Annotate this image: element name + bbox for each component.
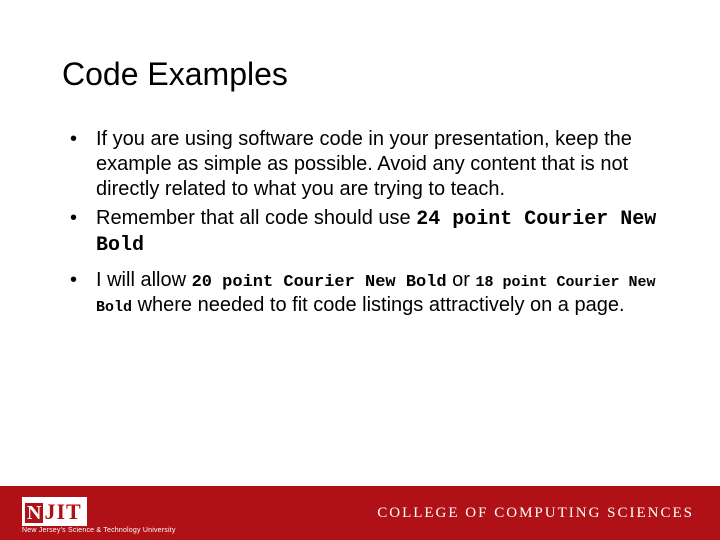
- college-name: COLLEGE OF COMPUTING SCIENCES: [377, 505, 694, 522]
- bullet-item: Remember that all code should use 24 poi…: [88, 206, 658, 258]
- bullet-item: If you are using software code in your p…: [88, 127, 658, 202]
- njit-logo-n: N: [25, 503, 43, 523]
- njit-logo: NJIT New Jersey's Science & Technology U…: [22, 497, 176, 534]
- njit-logo-rest: JIT: [44, 499, 81, 524]
- njit-logo-box: NJIT: [22, 497, 87, 526]
- slide-content: Code Examples If you are using software …: [0, 0, 720, 318]
- bullet-item: I will allow 20 point Courier New Bold o…: [88, 268, 658, 318]
- bullet-text: or: [447, 269, 476, 291]
- bullet-text: Remember that all code should use: [96, 207, 416, 229]
- slide-title: Code Examples: [62, 56, 658, 93]
- slide: Code Examples If you are using software …: [0, 0, 720, 540]
- slide-footer: NJIT New Jersey's Science & Technology U…: [0, 478, 720, 540]
- bullet-list: If you are using software code in your p…: [62, 127, 658, 318]
- footer-bar: NJIT New Jersey's Science & Technology U…: [0, 488, 720, 540]
- inline-code: 20 point Courier New Bold: [192, 273, 447, 292]
- bullet-text: If you are using software code in your p…: [96, 128, 632, 200]
- bullet-text: I will allow: [96, 269, 192, 291]
- footer-gap: [0, 478, 720, 486]
- bullet-text: where needed to fit code listings attrac…: [132, 294, 625, 316]
- njit-tagline: New Jersey's Science & Technology Univer…: [22, 527, 176, 534]
